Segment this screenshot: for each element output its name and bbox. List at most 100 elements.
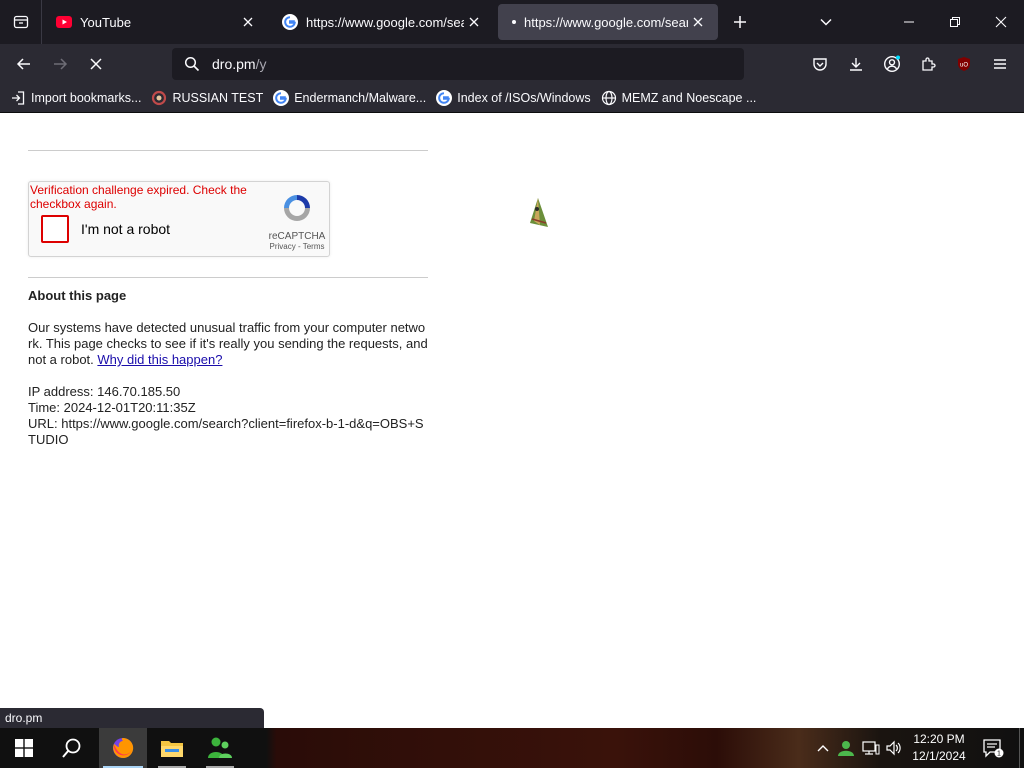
menu-button[interactable]	[984, 48, 1016, 80]
account-icon	[883, 55, 901, 73]
volume-button[interactable]	[884, 728, 904, 768]
close-tab-icon[interactable]	[238, 12, 258, 32]
close-tab-icon[interactable]	[464, 12, 484, 32]
bookmark-label: MEMZ and Noescape ...	[621, 91, 757, 105]
show-hidden-icons-button[interactable]	[814, 728, 832, 768]
taskbar-people-app[interactable]	[196, 728, 244, 768]
bookmark-memz[interactable]: MEMZ and Noescape ...	[601, 86, 757, 110]
recaptcha-links: Privacy - Terms	[265, 242, 329, 251]
new-tab-button[interactable]	[726, 8, 754, 36]
paragraph-text: Our systems have detected unusual traffi…	[28, 320, 428, 367]
why-did-this-happen-link[interactable]: Why did this happen?	[97, 352, 222, 367]
google-icon	[436, 90, 453, 106]
windows-taskbar: 12:20 PM 12/1/2024 1	[0, 728, 1024, 768]
action-center-button[interactable]: 1	[980, 728, 1006, 768]
recaptcha-logo: reCAPTCHA Privacy - Terms	[265, 192, 329, 251]
about-heading: About this page	[28, 288, 127, 303]
chevron-down-icon	[820, 18, 832, 26]
close-tab-icon[interactable]	[688, 12, 708, 32]
captcha-checkbox[interactable]	[41, 215, 69, 243]
network-icon	[862, 741, 880, 755]
url-host: dro.pm	[212, 56, 256, 72]
pocket-icon	[813, 58, 827, 71]
terms-link[interactable]: Terms	[303, 242, 325, 251]
google-icon	[282, 14, 298, 30]
bookmark-label: RUSSIAN TEST	[172, 91, 264, 105]
ip-address-line: IP address: 146.70.185.50	[28, 384, 181, 399]
google-icon	[273, 90, 290, 106]
desktop-pet-sprite[interactable]	[526, 197, 552, 234]
back-button[interactable]	[8, 48, 40, 80]
account-button[interactable]	[876, 48, 908, 80]
tab-google-search-active[interactable]: https://www.google.com/search?client=fir…	[498, 4, 718, 40]
url-line: URL: https://www.google.com/search?clien…	[28, 416, 424, 447]
search-icon	[172, 56, 212, 72]
globe-icon	[601, 90, 617, 106]
notification-count: 1	[997, 751, 1001, 758]
windows-logo-icon	[15, 739, 33, 757]
russian-test-icon	[151, 90, 167, 106]
firefox-view-icon	[13, 15, 28, 29]
extensions-button[interactable]	[912, 48, 944, 80]
bookmark-endermanch[interactable]: Endermanch/Malware...	[273, 86, 426, 110]
divider-top	[28, 150, 428, 151]
youtube-icon	[56, 14, 72, 30]
close-icon	[995, 16, 1007, 28]
start-button[interactable]	[0, 728, 48, 768]
taskbar-file-explorer[interactable]	[148, 728, 196, 768]
tab-title: https://www.google.com/search?client=fir…	[524, 14, 688, 30]
puzzle-icon	[922, 57, 936, 71]
show-desktop-button[interactable]	[1019, 728, 1024, 768]
request-details: IP address: 146.70.185.50 Time: 2024-12-…	[28, 384, 428, 448]
plus-icon	[734, 16, 746, 28]
url-path: /y	[255, 56, 267, 72]
loading-dot-icon	[512, 20, 516, 24]
svg-text:uO: uO	[960, 63, 968, 69]
restore-icon	[950, 17, 960, 27]
bookmark-russian-test[interactable]: RUSSIAN TEST	[151, 86, 263, 110]
user-tray-icon	[838, 741, 854, 756]
firefox-view-button[interactable]	[0, 0, 42, 44]
forward-button[interactable]	[44, 48, 76, 80]
bookmark-label: Index of /ISOs/Windows	[457, 91, 591, 105]
list-all-tabs-button[interactable]	[812, 8, 840, 36]
download-icon	[850, 58, 862, 71]
ublock-origin-button[interactable]: uO	[948, 48, 980, 80]
time-line: Time: 2024-12-01T20:11:35Z	[28, 400, 196, 415]
tray-people-icon-button[interactable]	[836, 728, 856, 768]
notification-icon: 1	[983, 739, 1004, 758]
minimize-button[interactable]	[886, 0, 932, 44]
tab-youtube[interactable]: YouTube	[46, 4, 268, 40]
page-content: Verification challenge expired. Check th…	[0, 113, 1024, 728]
search-taskbar-button[interactable]	[48, 728, 96, 768]
close-window-button[interactable]	[978, 0, 1024, 44]
navigation-toolbar: dro.pm/y uO	[0, 44, 1024, 84]
taskbar-clock[interactable]: 12:20 PM 12/1/2024	[904, 731, 974, 765]
unusual-traffic-paragraph: Our systems have detected unusual traffi…	[28, 320, 428, 368]
recaptcha-widget: Verification challenge expired. Check th…	[28, 181, 330, 257]
folder-icon	[161, 741, 183, 757]
bookmark-label: Endermanch/Malware...	[294, 91, 427, 105]
restore-button[interactable]	[932, 0, 978, 44]
url-bar[interactable]: dro.pm/y	[172, 48, 744, 80]
clock-date: 12/1/2024	[912, 749, 966, 763]
recaptcha-brand: reCAPTCHA	[268, 231, 326, 242]
network-button[interactable]	[860, 728, 882, 768]
arrow-left-icon	[16, 58, 30, 70]
bookmark-index-isos[interactable]: Index of /ISOs/Windows	[436, 86, 591, 110]
recaptcha-icon	[284, 195, 310, 221]
people-icon	[208, 737, 232, 758]
chevron-up-icon	[817, 745, 829, 752]
bookmark-import[interactable]: Import bookmarks...	[10, 86, 141, 110]
stop-x-icon	[90, 58, 102, 70]
taskbar-firefox[interactable]	[99, 728, 147, 768]
privacy-link[interactable]: Privacy	[270, 242, 296, 251]
hamburger-icon	[994, 59, 1006, 69]
link-status-panel: dro.pm	[0, 708, 264, 728]
pocket-button[interactable]	[804, 48, 836, 80]
clock-time: 12:20 PM	[913, 732, 965, 746]
downloads-button[interactable]	[840, 48, 872, 80]
divider-middle	[28, 277, 428, 278]
tab-google-search[interactable]: https://www.google.com/search?client=fir…	[272, 4, 494, 40]
stop-button[interactable]	[80, 48, 112, 80]
